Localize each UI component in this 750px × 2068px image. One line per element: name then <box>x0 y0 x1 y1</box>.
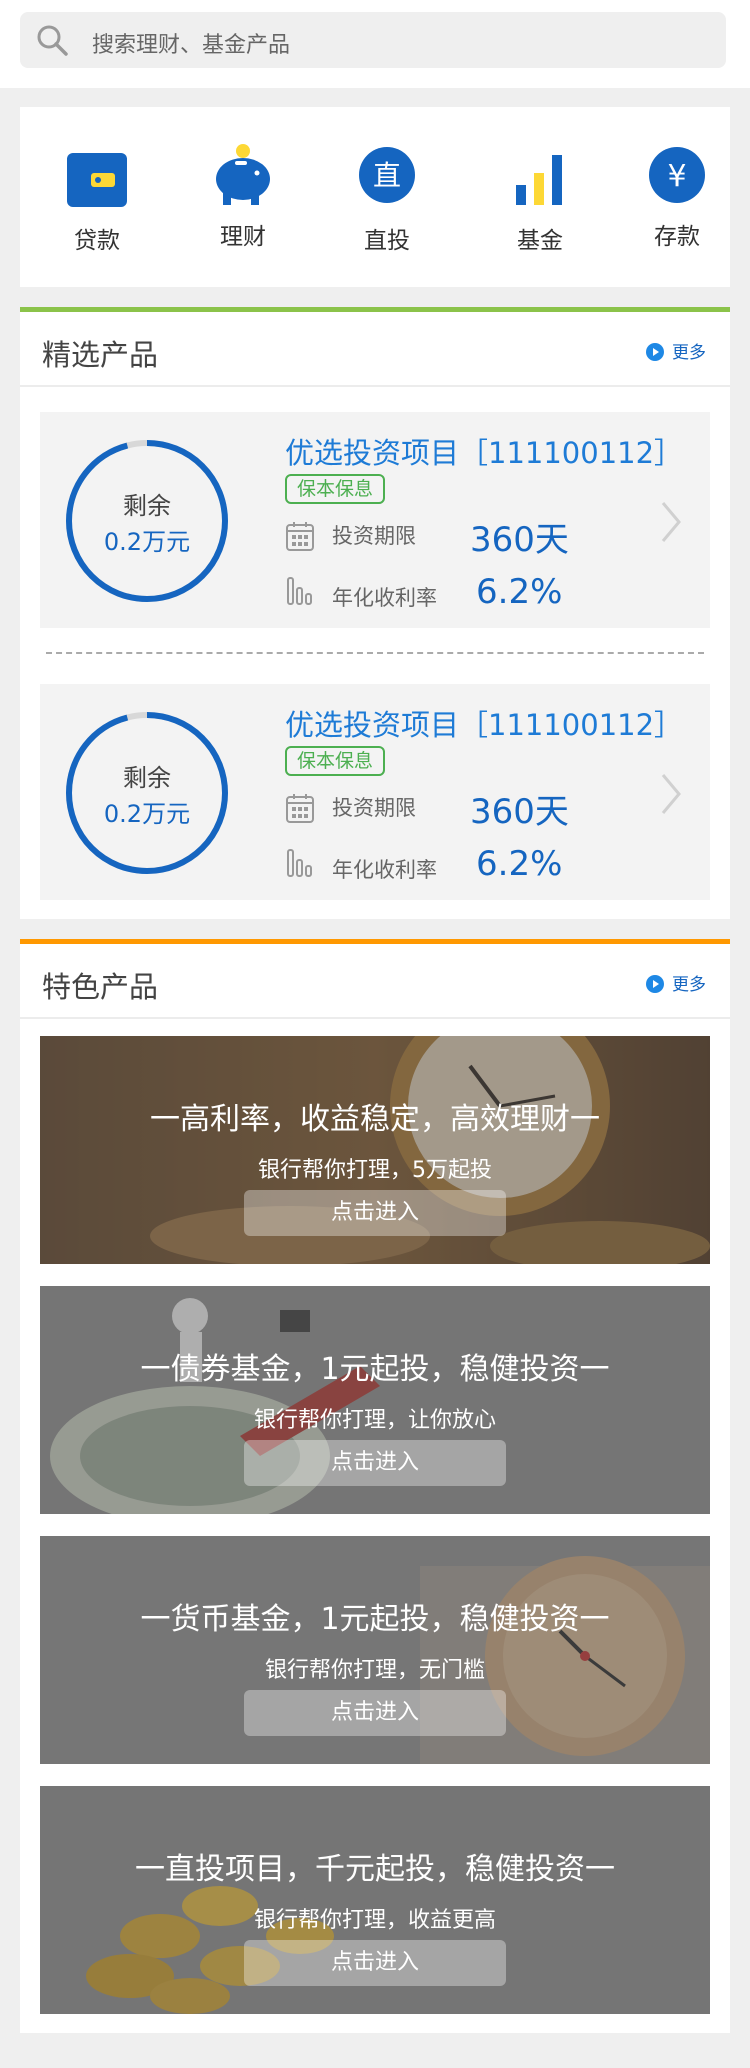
rate-chart-icon <box>287 577 312 605</box>
yen-icon: ¥ <box>649 147 705 203</box>
divider <box>46 652 704 654</box>
banner-subtitle: 银行帮你打理，收益更高 <box>253 1908 496 1933</box>
term-value: 360天 <box>470 520 569 560</box>
category-panel: 贷款 理财 直 直投 基金 ¥ 存款 <box>20 107 730 287</box>
piggy-bank-icon <box>216 144 270 205</box>
category-label: 直投 <box>364 228 410 254</box>
search-placeholder: 搜索理财、基金产品 <box>92 33 291 58</box>
guarantee-badge: 保本保息 <box>285 746 386 776</box>
svg-text:直: 直 <box>373 159 401 192</box>
banner-subtitle: 银行帮你打理，5万起投 <box>258 1158 492 1183</box>
guarantee-badge: 保本保息 <box>285 474 386 504</box>
remaining-ring <box>66 712 228 874</box>
more-link[interactable]: 更多 <box>646 970 706 995</box>
product-name: 优选投资项目［111100112］ <box>285 436 684 470</box>
more-label: 更多 <box>672 343 706 363</box>
promo-banner[interactable]: 一直投项目，千元起投，稳健投资一 银行帮你打理，收益更高 点击进入 <box>40 1786 710 2014</box>
search-bar: 搜索理财、基金产品 <box>0 0 750 88</box>
category-fund[interactable]: 基金 <box>485 147 595 267</box>
product-card[interactable]: 剩余 0.2万元 优选投资项目［111100112］ 保本保息 投资期限 360… <box>40 412 710 628</box>
play-icon <box>646 975 664 993</box>
product-card[interactable]: 剩余 0.2万元 优选投资项目［111100112］ 保本保息 投资期限 360… <box>40 684 710 900</box>
category-deposit[interactable]: ¥ 存款 <box>622 147 732 267</box>
banner-title: 一债券基金，1元起投，稳健投资一 <box>140 1352 610 1387</box>
category-label: 贷款 <box>74 228 120 254</box>
remaining-label: 剩余 <box>123 492 171 520</box>
category-label: 理财 <box>220 224 266 250</box>
rate-label: 年化收利率 <box>332 858 437 882</box>
direct-invest-icon: 直 <box>359 147 415 203</box>
rate-label: 年化收利率 <box>332 586 437 610</box>
enter-button[interactable]: 点击进入 <box>244 1440 506 1486</box>
special-header: 特色产品 更多 <box>20 944 730 1019</box>
remaining-ring <box>66 440 228 602</box>
product-name: 优选投资项目［111100112］ <box>285 708 684 742</box>
banner-subtitle: 银行帮你打理，让你放心 <box>253 1408 496 1433</box>
chevron-right-icon <box>661 774 681 814</box>
enter-button[interactable]: 点击进入 <box>244 1690 506 1736</box>
special-section: 特色产品 更多 一高利率，收益稳定，高效理财一 银行帮你打理，5万起投 点击进入… <box>20 939 730 2033</box>
enter-button[interactable]: 点击进入 <box>244 1940 506 1986</box>
banner-subtitle: 银行帮你打理，无门槛 <box>264 1658 485 1683</box>
category-loan[interactable]: 贷款 <box>42 147 152 267</box>
wallet-icon <box>67 153 127 207</box>
rate-value: 6.2% <box>476 844 563 884</box>
play-icon <box>646 343 664 361</box>
section-title: 精选产品 <box>42 338 159 372</box>
category-label: 基金 <box>517 228 563 254</box>
featured-header: 精选产品 更多 <box>20 312 730 387</box>
svg-text:¥: ¥ <box>667 159 686 194</box>
remaining-label: 剩余 <box>123 764 171 792</box>
banner-title: 一货币基金，1元起投，稳健投资一 <box>140 1602 610 1637</box>
search-icon <box>37 25 68 56</box>
section-title: 特色产品 <box>42 970 159 1004</box>
featured-section: 精选产品 更多 剩余 0.2万元 优选投资项目［111100112］ 保本保息 … <box>20 307 730 919</box>
chevron-right-icon <box>661 502 681 542</box>
calendar-icon <box>286 522 314 551</box>
term-label: 投资期限 <box>332 524 416 548</box>
promo-banner[interactable]: 一高利率，收益稳定，高效理财一 银行帮你打理，5万起投 点击进入 <box>40 1036 710 1264</box>
term-label: 投资期限 <box>332 796 416 820</box>
remaining-value: 0.2万元 <box>103 800 191 828</box>
term-value: 360天 <box>470 792 569 832</box>
category-wealth[interactable]: 理财 <box>188 143 298 263</box>
enter-button[interactable]: 点击进入 <box>244 1190 506 1236</box>
remaining-value: 0.2万元 <box>103 528 191 556</box>
promo-banner[interactable]: 一债券基金，1元起投，稳健投资一 银行帮你打理，让你放心 点击进入 <box>40 1286 710 1514</box>
search-input[interactable]: 搜索理财、基金产品 <box>20 12 726 68</box>
category-direct[interactable]: 直 直投 <box>332 147 442 267</box>
more-link[interactable]: 更多 <box>646 338 706 363</box>
rate-chart-icon <box>287 849 312 877</box>
category-label: 存款 <box>654 224 700 250</box>
banner-title: 一直投项目，千元起投，稳健投资一 <box>135 1852 615 1887</box>
bar-chart-icon <box>516 155 562 205</box>
more-label: 更多 <box>672 975 706 995</box>
banner-title: 一高利率，收益稳定，高效理财一 <box>150 1102 600 1137</box>
promo-banner[interactable]: 一货币基金，1元起投，稳健投资一 银行帮你打理，无门槛 点击进入 <box>40 1536 710 1764</box>
calendar-icon <box>286 794 314 823</box>
rate-value: 6.2% <box>476 572 563 612</box>
